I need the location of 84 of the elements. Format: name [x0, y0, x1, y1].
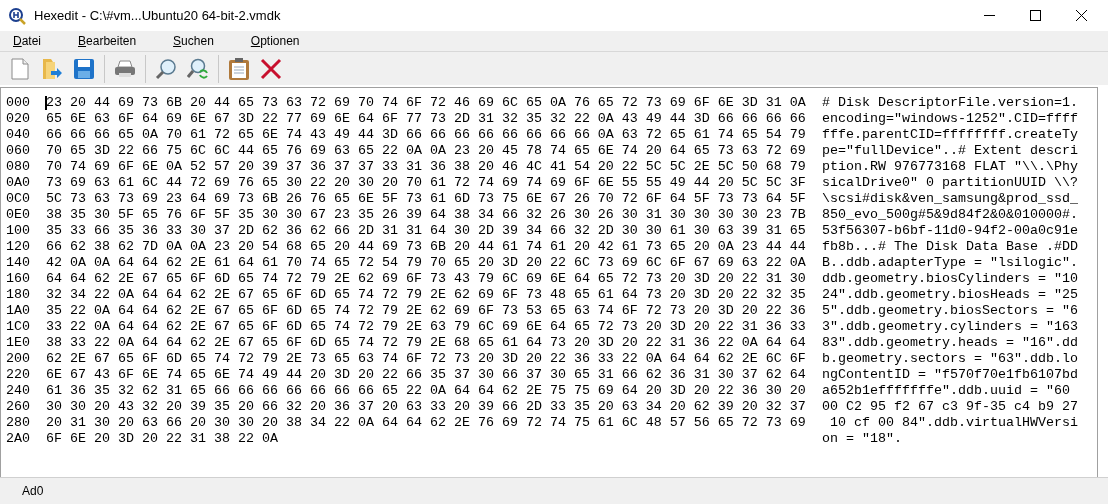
hex-bytes: 30 30 20 43 32 20 39 35 20 66 32 20 36 37 20 63 33 20 39 66 2D 33 35 20 63 34 20 62 39 20 32 37: [46, 399, 806, 414]
ascii-text: sicalDrive0" 0 partitionUUID \\?: [822, 175, 1078, 191]
close-icon: [1075, 10, 1087, 21]
clipboard-icon: [228, 56, 250, 81]
hex-bytes: 23 20 44 69 73 6B 20 44 65 73 63 72 69 70 74 6F 72 46 69 6C 65 0A 76 65 72 73 69 6F 6E 3D 31 0A: [46, 95, 806, 110]
hex-bytes: 64 64 62 2E 67 65 6F 6D 65 74 72 79 2E 62 69 6F 73 43 79 6C 69 6E 64 65 72 73 20 3D 20 22 31 30: [46, 271, 806, 286]
hex-bytes: 66 66 66 65 0A 70 61 72 65 6E 74 43 49 44 3D 66 66 66 66 66 66 66 66 0A 63 72 65 61 74 65 54 79: [46, 127, 806, 142]
ascii-text: \scsi#disk&ven_samsung&prod_ssd_: [822, 191, 1078, 207]
ascii-text: 10 cf 00 84".ddb.virtualHWVersi: [829, 415, 1078, 431]
hex-bytes: 62 2E 67 65 6F 6D 65 74 72 79 2E 73 65 63 74 6F 72 73 20 3D 20 22 36 33 22 0A 64 64 62 2E 6C 6F: [46, 351, 806, 366]
folder-icon: [41, 56, 63, 81]
hex-bytes: 70 65 3D 22 66 75 6C 6C 44 65 76 69 63 65 22 0A 0A 23 20 45 78 74 65 6E 74 20 64 65 73 63 72 69: [46, 143, 806, 158]
status-text: Ad0: [22, 483, 44, 500]
ascii-text: 83".ddb.geometry.heads = "16".dd: [822, 335, 1078, 351]
ascii-text: B..ddb.adapterType = "lsilogic".: [822, 255, 1078, 271]
offset-label: 140: [6, 255, 31, 271]
hex-bytes: 33 22 0A 64 64 62 2E 67 65 6F 6D 65 74 72 79 2E 63 79 6C 69 6E 64 65 72 73 20 3D 20 22 31 36 33: [46, 319, 806, 334]
ascii-text: ngContentID = "f570f70e1fb6107bd: [822, 367, 1078, 383]
ascii-text: # Disk DescriptorFile.version=1.: [822, 95, 1078, 111]
offset-label: 060: [6, 143, 31, 159]
ascii-text: fffe.parentCID=ffffffff.createTy: [822, 127, 1078, 143]
search-icon: [155, 57, 177, 80]
offset-label: 160: [6, 271, 31, 287]
menu-item[interactable]: Datei: [6, 32, 49, 50]
ascii-text: 850_evo_500g#5&9d84f2&0&010000#.: [822, 207, 1078, 223]
hex-bytes: 38 33 22 0A 64 64 62 2E 67 65 6F 6D 65 74 72 79 2E 68 65 61 64 73 20 3D 20 22 31 36 22 0A 64 64: [46, 335, 806, 350]
app-icon: [8, 6, 26, 25]
hex-bytes: 20 31 30 20 63 66 20 30 30 20 38 34 22 0A 64 64 62 2E 76 69 72 74 75 61 6C 48 57 56 65 72 73 69: [46, 415, 806, 430]
offset-label: 280: [6, 415, 31, 431]
offset-label: 1A0: [6, 303, 31, 319]
hex-bytes: 32 34 22 0A 64 64 62 2E 67 65 6F 6D 65 74 72 79 2E 62 69 6F 73 48 65 61 64 73 20 3D 20 22 32 35: [46, 287, 806, 302]
offset-label: 260: [6, 399, 31, 415]
hex-bytes: 65 6E 63 6F 64 69 6E 67 3D 22 77 69 6E 64 6F 77 73 2D 31 32 35 32 22 0A 43 49 44 3D 66 66 66 66: [46, 111, 806, 126]
hex-bytes: 35 33 66 35 36 33 30 37 2D 62 36 62 66 2D 31 31 64 30 2D 39 34 66 32 2D 30 30 61 30 63 39 31 65: [46, 223, 806, 238]
offset-label: 1C0: [6, 319, 31, 335]
menu-item[interactable]: Bearbeiten: [71, 32, 144, 50]
menu-item[interactable]: Optionen: [243, 32, 307, 50]
search-refresh-icon: [187, 57, 209, 80]
offset-label: 2A0: [6, 431, 31, 447]
hex-bytes: 6E 67 43 6F 6E 74 65 6E 74 49 44 20 3D 20 22 66 35 37 30 66 37 30 65 31 66 62 36 31 30 37 62 64: [46, 367, 806, 382]
offset-label: 000: [6, 95, 31, 111]
hex-bytes: 61 36 35 32 62 31 65 66 66 66 66 66 66 66 65 22 0A 64 64 62 2E 75 75 69 64 20 3D 20 22 36 30 20: [46, 383, 806, 398]
text-cursor: [45, 96, 47, 110]
ascii-text: fb8b...# The Disk Data Base .#DD: [822, 239, 1078, 255]
offset-label: 0C0: [6, 191, 31, 207]
offset-label: 180: [6, 287, 31, 303]
offset-label: 240: [6, 383, 31, 399]
ascii-text: 00 C2 95 f2 67 c3 9f-35 c4 b9 27: [822, 399, 1078, 415]
document-icon: [11, 57, 29, 80]
hex-bytes: 6F 6E 20 3D 20 22 31 38 22 0A: [46, 431, 278, 446]
window-title: Hexedit - C:\#vm...Ubuntu20 64-bit-2.vmdk: [34, 6, 281, 25]
offset-label: 100: [6, 223, 31, 239]
offset-label: 040: [6, 127, 31, 143]
offset-label: 0E0: [6, 207, 31, 223]
printer-icon: [113, 58, 137, 79]
offset-label: 0A0: [6, 175, 31, 191]
ascii-text: 24".ddb.geometry.biosHeads = "25: [822, 287, 1078, 303]
menu-item[interactable]: Suchen: [166, 32, 221, 50]
offset-label: 120: [6, 239, 31, 255]
hex-bytes: 70 74 69 6F 6E 0A 52 57 20 39 37 36 37 37 33 31 36 38 20 46 4C 41 54 20 22 5C 5C 2E 5C 50 68 79: [46, 159, 806, 174]
hex-bytes: 73 69 63 61 6C 44 72 69 76 65 30 22 20 30 20 70 61 72 74 69 74 69 6F 6E 55 55 49 44 20 5C 5C 3F: [46, 175, 806, 190]
minimize-icon: [983, 15, 995, 16]
ascii-text: 3".ddb.geometry.cylinders = "163: [822, 319, 1078, 335]
ascii-text: pe="fullDevice"..# Extent descri: [822, 143, 1078, 159]
offset-label: 080: [6, 159, 31, 175]
offset-label: 220: [6, 367, 31, 383]
hex-bytes: 42 0A 0A 64 64 62 2E 61 64 61 70 74 65 72 54 79 70 65 20 3D 20 22 6C 73 69 6C 6F 67 69 63 22 0A: [46, 255, 806, 270]
hex-bytes: 5C 73 63 73 69 23 64 69 73 6B 26 76 65 6E 5F 73 61 6D 73 75 6E 67 26 70 72 6F 64 5F 73 73 64 5F: [46, 191, 806, 206]
ascii-text: on = "18".: [822, 431, 902, 447]
ascii-text: encoding="windows-1252".CID=ffff: [822, 111, 1078, 127]
ascii-text: b.geometry.sectors = "63".ddb.lo: [822, 351, 1078, 367]
maximize-icon: [1029, 10, 1041, 21]
hex-bytes: 35 22 0A 64 64 62 2E 67 65 6F 6D 65 74 72 79 2E 62 69 6F 73 53 65 63 74 6F 72 73 20 3D 20 22 36: [46, 303, 806, 318]
offset-label: 200: [6, 351, 31, 367]
ascii-text: 5".ddb.geometry.biosSectors = "6: [822, 303, 1078, 319]
ascii-text: 53f56307-b6bf-11d0-94f2-00a0c91e: [822, 223, 1078, 239]
ascii-text: ddb.geometry.biosCylinders = "10: [822, 271, 1078, 287]
hex-bytes: 66 62 38 62 7D 0A 0A 23 20 54 68 65 20 44 69 73 6B 20 44 61 74 61 20 42 61 73 65 20 0A 23 44 44: [46, 239, 806, 254]
cross-icon: [260, 57, 282, 80]
ascii-text: ption.RW 976773168 FLAT "\\.\Phy: [822, 159, 1078, 175]
ascii-text: a652b1efffffffe".ddb.uuid = "60: [822, 383, 1070, 399]
offset-label: 020: [6, 111, 31, 127]
offset-label: 1E0: [6, 335, 31, 351]
hex-bytes: 38 35 30 5F 65 76 6F 5F 35 30 30 67 23 35 26 39 64 38 34 66 32 26 30 26 30 31 30 30 30 30 23 7B: [46, 207, 806, 222]
